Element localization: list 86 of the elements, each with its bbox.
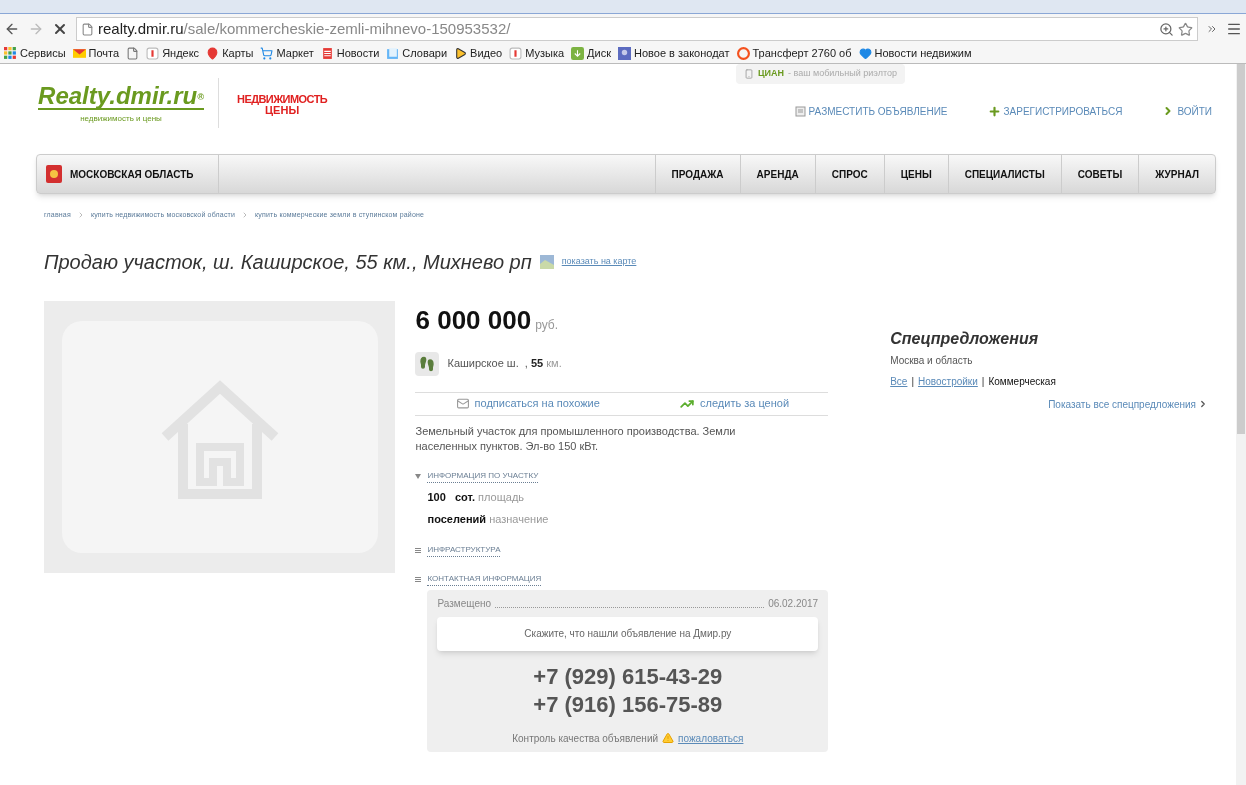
- nav-item[interactable]: ПРОДАЖА: [654, 155, 740, 193]
- phone-number: +7 (916) 156-75-89: [533, 690, 723, 719]
- header-link[interactable]: РАЗМЕСТИТЬ ОБЪЯВЛЕНИЕ: [808, 103, 948, 119]
- bookmark-link[interactable]: Видео: [470, 45, 503, 62]
- apps-grid-icon: [4, 47, 17, 60]
- section-toggle[interactable]: КОНТАКТНАЯ ИНФОРМАЦИЯ: [427, 572, 542, 586]
- letter-badge-icon: [146, 47, 160, 60]
- plus-icon: [987, 104, 1001, 118]
- site-logo[interactable]: Realty.dmir.ru$^{®}$: [38, 84, 204, 110]
- subscribe-link[interactable]: подписаться на похожие: [474, 395, 600, 412]
- section-toggle[interactable]: ИНФОРМАЦИЯ ПО УЧАСТКУ: [427, 469, 539, 483]
- stop-icon[interactable]: [52, 21, 68, 37]
- menu-icon[interactable]: [1226, 21, 1242, 37]
- page-icon: [126, 47, 140, 60]
- bookmark-link[interactable]: Маркет: [276, 45, 314, 62]
- special-region: Москва и область: [890, 353, 974, 368]
- description: Земельный участок для промышленного производства. Земли населенных пунктов. Эл-во 150 кВт.: [415, 423, 737, 454]
- footprints-icon: [415, 351, 440, 376]
- detail-row-text: поселений назначение: [427, 512, 550, 527]
- bookmark-link[interactable]: Словари: [402, 45, 448, 62]
- address-field[interactable]: realty.dmir.ru/sale/kommercheskie-zemli-mihnevo-150953532/: [76, 17, 1198, 41]
- map-pin-icon: [206, 47, 220, 60]
- bookmark-link[interactable]: Музыка: [525, 45, 565, 62]
- region-emblem-icon: [46, 165, 62, 183]
- envelope-icon: [454, 397, 471, 410]
- header-link[interactable]: ЗАРЕГИСТРИРОВАТЬСЯ: [1003, 103, 1123, 119]
- back-icon[interactable]: [4, 21, 20, 37]
- nav-item[interactable]: СОВЕТЫ: [1060, 155, 1139, 193]
- news-icon: [320, 47, 334, 60]
- ring-icon: [736, 47, 750, 60]
- filter-link[interactable]: Новостройки: [918, 373, 978, 389]
- posted-date: 06.02.2017: [768, 596, 819, 611]
- url-text: realty.dmir.ru/sale/kommercheskie-zemli-mihnevo-150953532/: [98, 18, 511, 39]
- bookmark-link[interactable]: Новости недвижим: [874, 45, 972, 62]
- nav-item[interactable]: АРЕНДА: [739, 155, 815, 193]
- region-label[interactable]: МОСКОВСКАЯ ОБЛАСТЬ: [70, 166, 194, 182]
- bookmark-link[interactable]: Карты: [222, 45, 254, 62]
- logo-tagline: недвижимость и цены: [80, 113, 162, 125]
- bookmark-link[interactable]: Сервисы: [20, 45, 66, 62]
- warning-icon: [662, 732, 675, 744]
- price: 6 000 000: [415, 303, 532, 337]
- bookmark-link[interactable]: Почта: [88, 45, 120, 62]
- bookmark-star-icon[interactable]: [1178, 21, 1193, 37]
- nav-item[interactable]: СПРОС: [814, 155, 884, 193]
- portrait-icon: [618, 47, 632, 60]
- filter-link[interactable]: Все: [890, 373, 908, 389]
- nav-item[interactable]: ЦЕНЫ: [883, 155, 948, 193]
- show-all-link[interactable]: Показать все спецпредложения: [1048, 396, 1196, 412]
- listing-title: Продаю участок, ш. Каширское, 55 км., Михнево рп: [44, 249, 532, 275]
- phone-icon: [744, 67, 754, 80]
- location-text: Каширское ш. , 55 км.: [447, 356, 562, 372]
- overflow-icon[interactable]: [1206, 23, 1218, 35]
- section-toggle[interactable]: ИНФРАСТРУКТУРА: [427, 543, 501, 557]
- nav-item[interactable]: СПЕЦИАЛИСТЫ: [947, 155, 1061, 193]
- filter-link[interactable]: Коммерческая: [988, 373, 1056, 389]
- page-icon: [81, 22, 94, 36]
- chevron-icon: [1198, 399, 1208, 409]
- posted-label: Размещено: [437, 596, 492, 611]
- map-link[interactable]: показать на карте: [561, 254, 637, 269]
- cart-icon: [260, 47, 274, 60]
- zoom-icon[interactable]: [1159, 21, 1174, 37]
- currency: руб.: [535, 316, 559, 334]
- nav-item[interactable]: ЖУРНАЛ: [1138, 155, 1215, 193]
- bookmark-link[interactable]: Трансферт 2760 об: [752, 45, 852, 62]
- watch-price-link[interactable]: следить за ценой: [700, 395, 790, 412]
- document-icon: [794, 105, 806, 117]
- phone-number: +7 (929) 615-43-29: [533, 662, 723, 691]
- letter-badge-icon: [509, 47, 523, 60]
- book-icon: [386, 47, 400, 60]
- filter-separator: |: [981, 374, 985, 389]
- envelope-icon: [72, 47, 86, 60]
- detail-row-text: 100 сот. площадь: [427, 489, 526, 505]
- map-icon: [539, 254, 554, 269]
- bookmark-link[interactable]: Диск: [587, 45, 612, 62]
- bookmark-link[interactable]: Новости: [336, 45, 380, 62]
- special-offers-title: Спецпредложения: [890, 328, 1040, 349]
- heart-icon: [858, 47, 872, 60]
- bookmark-link[interactable]: Яндекс: [162, 45, 200, 62]
- notice-card: Скажите, что нашли объявление на Дмир.ру: [437, 616, 819, 651]
- filter-separator: |: [911, 374, 915, 389]
- header-link[interactable]: ВОЙТИ: [1177, 103, 1212, 119]
- quality-label: Контроль качества объявлений: [512, 731, 659, 746]
- partner-logo[interactable]: НЕДВИЖИМОСТЬ ЦЕНЫ: [237, 94, 328, 116]
- bookmark-link[interactable]: Новое в законодат: [634, 45, 730, 62]
- play-icon: [454, 47, 468, 60]
- scrollbar-thumb[interactable]: [1237, 64, 1245, 434]
